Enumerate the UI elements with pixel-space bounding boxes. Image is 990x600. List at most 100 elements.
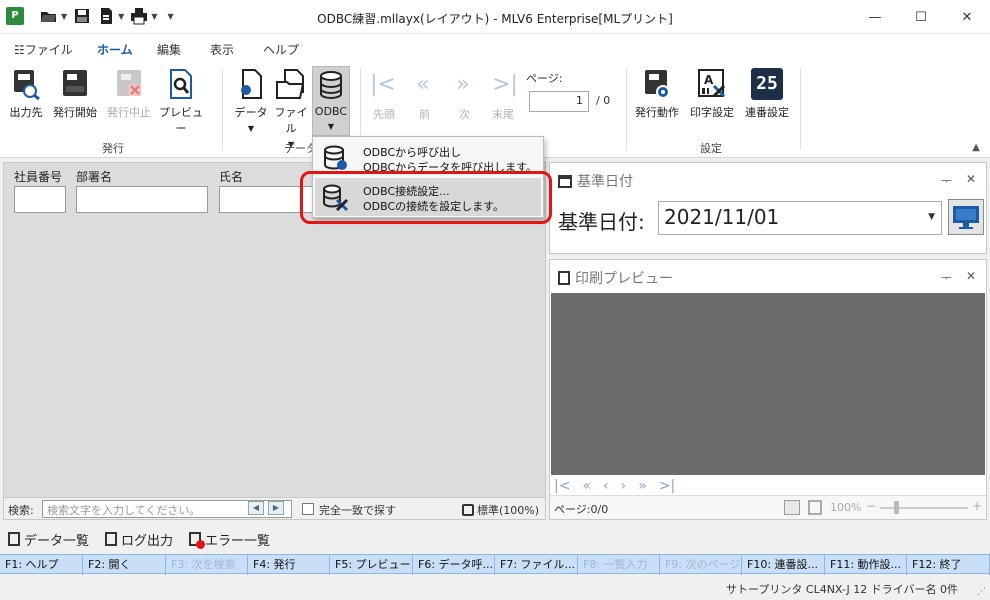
- resize-grip-icon[interactable]: ⋰: [977, 587, 986, 597]
- close-icon[interactable]: ✕: [944, 0, 990, 34]
- tab-error-list[interactable]: エラー一覧: [189, 530, 270, 549]
- search-bar: 検索: 検索文字を入力してください。 ◀ ▶ 完全一致で探す 標準(100%): [4, 497, 545, 519]
- tab-help[interactable]: ヘルプ: [263, 41, 299, 58]
- last-label: 末尾: [492, 108, 514, 121]
- close-icon[interactable]: ✕: [966, 269, 976, 286]
- fkey-f1[interactable]: F1: ヘルプ: [0, 555, 83, 575]
- forward-icon[interactable]: ›: [621, 478, 627, 494]
- department-input[interactable]: [76, 186, 208, 213]
- serial-number-icon: 25: [751, 68, 783, 100]
- search-label: 検索:: [8, 504, 34, 517]
- fkey-f10[interactable]: F10: 連番設...: [742, 555, 825, 575]
- zoom-out-icon[interactable]: −: [866, 499, 876, 513]
- tab-file[interactable]: ☷ファイル: [14, 41, 73, 58]
- search-next-icon[interactable]: ▶: [268, 501, 284, 515]
- bottom-tabs: データ一覧 ログ出力 エラー一覧: [0, 526, 990, 552]
- tab-home[interactable]: ホーム: [97, 41, 133, 64]
- employee-number-input[interactable]: [14, 186, 66, 213]
- chevron-down-icon: ▼: [928, 212, 935, 222]
- next-icon[interactable]: »: [638, 478, 647, 494]
- preview-button[interactable]: プレビュー: [158, 68, 204, 136]
- collapse-ribbon-icon[interactable]: ▲: [972, 142, 980, 153]
- fkey-f8[interactable]: F8: 一覧入力: [578, 555, 660, 575]
- page-view-icon[interactable]: [808, 500, 822, 515]
- ribbon-separator: [800, 68, 801, 150]
- grid-view-icon[interactable]: [784, 500, 800, 515]
- serial-setting-button[interactable]: 25 連番設定: [742, 68, 792, 120]
- data-list-icon: [8, 532, 20, 546]
- fkey-f12[interactable]: F12: 終了: [907, 555, 990, 575]
- zoom-label[interactable]: 標準(100%): [461, 502, 539, 518]
- close-icon[interactable]: ✕: [966, 172, 976, 189]
- chevron-down-icon: ▼: [247, 124, 255, 133]
- tab-data-list[interactable]: データ一覧: [8, 530, 89, 549]
- group-label-issue: 発行: [102, 142, 124, 155]
- odbc-button[interactable]: ODBC ▼: [312, 66, 350, 136]
- tab-view[interactable]: 表示: [210, 41, 234, 58]
- last-icon[interactable]: >|: [490, 72, 520, 97]
- preview-nav: |< « ‹ › » >|: [554, 478, 675, 494]
- next-label: 次: [459, 108, 470, 121]
- field-label-name: 氏名: [219, 170, 244, 184]
- zoom-in-icon[interactable]: +: [972, 499, 982, 513]
- zoom-slider-thumb[interactable]: [894, 501, 899, 514]
- pin-icon[interactable]: ᅮ: [941, 269, 952, 286]
- print-preview-panel: 印刷プレビュー ᅮ ✕ |< « ‹ › » >| ページ:0/0 100% −…: [549, 259, 987, 520]
- data-file-icon: [235, 68, 267, 100]
- ribbon-separator: [222, 68, 223, 150]
- fkey-f3[interactable]: F3: 次を検索: [166, 555, 248, 575]
- preview-status: ページ:0/0 100% − +: [550, 495, 986, 519]
- preview-icon: [558, 271, 570, 285]
- printer-stop-icon: [113, 68, 145, 100]
- fkey-f2[interactable]: F2: 開く: [83, 555, 166, 575]
- first-label: 先頭: [373, 108, 395, 121]
- fkey-f6[interactable]: F6: データ呼...: [413, 555, 495, 575]
- printer-search-icon: [10, 68, 42, 101]
- svg-text:A: A: [704, 73, 714, 87]
- prev-icon[interactable]: «: [582, 478, 591, 494]
- data-button[interactable]: データ ▼: [232, 68, 270, 133]
- tab-edit[interactable]: 編集: [157, 41, 181, 58]
- exact-match-label: 完全一致で探す: [319, 504, 396, 517]
- printer-start-icon: [59, 68, 91, 100]
- page-zoom-icon: [461, 504, 474, 516]
- preview-icon: [165, 68, 197, 100]
- first-icon[interactable]: |<: [368, 72, 398, 97]
- file-button[interactable]: ファイル ▼: [272, 68, 310, 149]
- next-icon[interactable]: »: [448, 72, 478, 97]
- page-input[interactable]: 1: [529, 91, 589, 112]
- ribbon-tabs: ☷ファイル ホーム 編集 表示 ヘルプ: [0, 34, 990, 64]
- fkey-f7[interactable]: F7: ファイル...: [495, 555, 578, 575]
- search-prev-icon[interactable]: ◀: [248, 501, 264, 515]
- last-icon[interactable]: >|: [659, 478, 675, 494]
- output-destination-button[interactable]: 出力先: [6, 68, 46, 120]
- tab-log-output[interactable]: ログ出力: [105, 530, 173, 549]
- page-label: ページ:: [526, 72, 563, 85]
- panel-controls: ᅮ ✕: [941, 269, 976, 286]
- window-controls: — ☐ ✕: [852, 0, 990, 34]
- stop-issue-button[interactable]: 発行中止: [104, 68, 154, 120]
- fkey-f9[interactable]: F9: 次のページ: [660, 555, 742, 575]
- fkey-f5[interactable]: F5: プレビュー: [330, 555, 413, 575]
- function-key-bar: F1: ヘルプ F2: 開く F3: 次を検索 F4: 発行 F5: プレビュー…: [0, 554, 990, 575]
- fkey-f4[interactable]: F4: 発行: [248, 555, 330, 575]
- fkey-f11[interactable]: F11: 動作設...: [825, 555, 907, 575]
- pin-icon[interactable]: ᅮ: [941, 172, 952, 189]
- ribbon-separator: [626, 68, 627, 150]
- status-bar: サトープリンタ CL4NX-J 12 ドライバー名 0件 ⋰: [0, 576, 990, 600]
- maximize-icon[interactable]: ☐: [898, 0, 944, 34]
- panel-title-preview: 印刷プレビュー: [558, 268, 673, 288]
- first-icon[interactable]: |<: [554, 478, 570, 494]
- printer-gear-icon: [641, 68, 673, 100]
- base-date-select[interactable]: 2021/11/01 ▼: [658, 201, 942, 235]
- prev-icon[interactable]: «: [408, 72, 438, 97]
- log-icon: [105, 532, 118, 546]
- exact-match-checkbox[interactable]: [302, 503, 314, 515]
- minimize-icon[interactable]: —: [852, 0, 898, 34]
- issue-action-button[interactable]: 発行動作: [632, 68, 682, 120]
- print-setting-button[interactable]: A 印字設定: [687, 68, 737, 120]
- back-icon[interactable]: ‹: [603, 478, 609, 494]
- base-date-panel: 基準日付 ᅮ ✕ 基準日付: 2021/11/01 ▼: [549, 162, 987, 254]
- start-issue-button[interactable]: 発行開始: [50, 68, 100, 120]
- monitor-button[interactable]: [948, 199, 984, 235]
